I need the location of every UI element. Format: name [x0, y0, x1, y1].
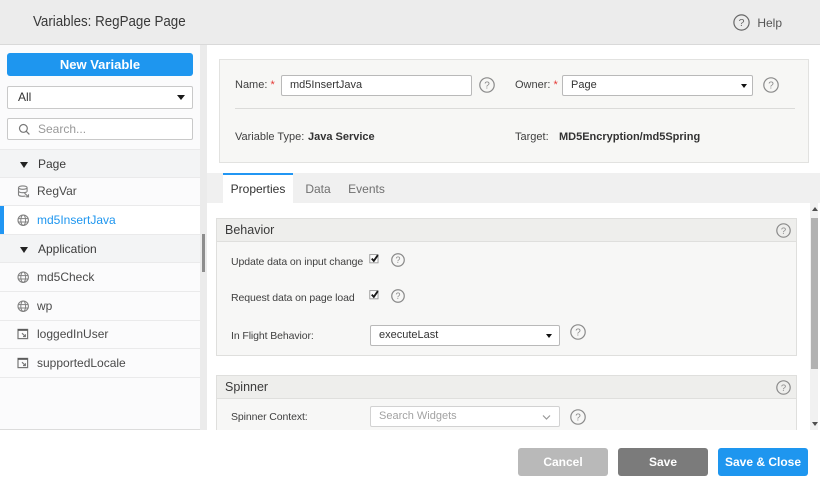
svg-text:?: ?	[781, 383, 786, 394]
svg-text:?: ?	[484, 80, 490, 91]
svg-text:?: ?	[781, 226, 786, 237]
svg-text:?: ?	[768, 80, 774, 91]
svg-text:?: ?	[739, 17, 745, 29]
svg-text:?: ?	[575, 412, 581, 423]
svg-text:?: ?	[396, 291, 401, 301]
svg-text:?: ?	[396, 255, 401, 265]
svg-text:?: ?	[575, 327, 581, 338]
